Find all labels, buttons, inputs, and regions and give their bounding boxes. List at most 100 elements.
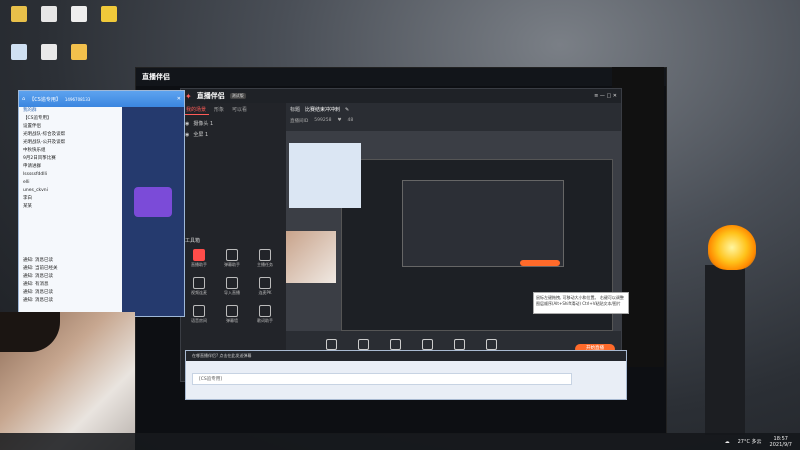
- chat-titlebar: ⌂ 【CS追专用】 1496708133 ✕: [19, 91, 184, 107]
- tool-danmu[interactable]: 弹幕助手: [218, 247, 246, 271]
- room-info: 直播间ID: [290, 119, 309, 124]
- wall-icon: [226, 305, 238, 317]
- message-input[interactable]: [CS追专用]: [192, 373, 572, 385]
- room-count: 599258: [314, 118, 332, 123]
- message-item[interactable]: 通知: 消息已读: [19, 257, 122, 265]
- contact-list: 我的群 【CS追专用】 设置伴侣 光明战队-综合及谈帮 光明战队-公开及谈帮 中…: [19, 107, 122, 316]
- app-icon: [11, 44, 27, 60]
- tool-import[interactable]: 导入直播: [218, 275, 246, 299]
- member-item[interactable]: lsssssfddlli: [19, 171, 122, 179]
- message-item[interactable]: 通知: 消息已读: [19, 273, 122, 281]
- danmu-icon: [226, 249, 238, 261]
- chat-banner: [122, 107, 184, 316]
- stream-title[interactable]: 比赛结束冲冲刺: [305, 106, 340, 113]
- live-icon: [193, 249, 205, 261]
- maximize-icon[interactable]: □: [606, 93, 611, 99]
- list-item[interactable]: 光明战队-公开及谈帮: [19, 139, 122, 147]
- message-list: 通知: 消息已读 通知: 当前已经关 通知: 消息已读 通知: 有消息 通知: …: [19, 257, 122, 305]
- left-panel: 我的场景 形象 可以看 ◉ 摄像头 1 ◉ 全屏 1 工具箱 直播助手 弹幕助手 主…: [181, 103, 286, 381]
- minimize-icon[interactable]: —: [600, 93, 605, 99]
- message-item[interactable]: 通知: 有消息: [19, 281, 122, 289]
- chat-title: 【CS追专用】: [29, 96, 61, 103]
- member-item[interactable]: 李白: [19, 195, 122, 203]
- tool-video-link[interactable]: 视频连麦: [185, 275, 213, 299]
- tab-avatar[interactable]: 形象: [211, 105, 227, 115]
- scene-item-camera[interactable]: ◉ 摄像头 1: [181, 118, 286, 129]
- tool-label: 弹幕墙: [226, 318, 238, 323]
- lantern-post-right: [705, 265, 745, 435]
- background-logo: 直播伴侣: [142, 73, 170, 81]
- tool-tasks[interactable]: 主播任务: [251, 247, 279, 271]
- stream-title-row: 标题 比赛结束冲冲刺 ✎: [290, 106, 349, 114]
- app-icon: [11, 6, 27, 22]
- tab-scenes[interactable]: 我的场景: [183, 105, 210, 115]
- microphone-icon: [453, 339, 465, 350]
- tool-label: 语音房间: [191, 318, 207, 323]
- message-item[interactable]: 通知: 消息已读: [19, 289, 122, 297]
- message-item[interactable]: 通知: 当前已经关: [19, 265, 122, 273]
- desktop-icon-1[interactable]: [8, 6, 30, 36]
- list-item[interactable]: 中秋快乐组: [19, 147, 122, 155]
- eye-icon[interactable]: ◉: [185, 132, 189, 138]
- list-item[interactable]: 【CS追专用】: [19, 115, 122, 123]
- room-info-row: 直播间ID 599258 ♥ 48: [290, 118, 353, 124]
- edit-icon[interactable]: ✎: [345, 107, 349, 113]
- like-count: 48: [347, 118, 354, 123]
- member-item[interactable]: elli: [19, 179, 122, 187]
- close-icon[interactable]: ✕: [177, 96, 181, 102]
- file-icon: [71, 6, 87, 22]
- desktop-icon-5[interactable]: [8, 44, 30, 74]
- tab-viewable[interactable]: 可以看: [229, 105, 250, 115]
- clock[interactable]: 18:57 2021/9/7: [770, 436, 792, 448]
- menu-icon[interactable]: ≡: [594, 93, 598, 99]
- heart-icon: ♥: [337, 118, 342, 123]
- eye-icon[interactable]: ◉: [185, 121, 189, 127]
- center-panel: 标题 比赛结束冲冲刺 ✎ 直播间ID 599258 ♥ 48 直播屏幕 摄像头 …: [286, 103, 621, 381]
- speaker-icon: [485, 339, 497, 350]
- tool-label: 视频连麦: [191, 290, 207, 295]
- scene-item-fullscreen[interactable]: ◉ 全屏 1: [181, 129, 286, 140]
- tool-live-assistant[interactable]: 直播助手: [185, 247, 213, 271]
- desktop-icon-6[interactable]: [38, 44, 60, 74]
- desktop-icon-3[interactable]: [68, 6, 90, 36]
- tool-label: 歌词助手: [257, 318, 273, 323]
- list-item[interactable]: 申请进群: [19, 163, 122, 171]
- tool-voice-room[interactable]: 语音房间: [185, 303, 213, 327]
- tool-danmu-wall[interactable]: 弹幕墙: [218, 303, 246, 327]
- logo-icon: ✦: [185, 91, 192, 101]
- play-icon: [421, 339, 433, 350]
- main-titlebar: ✦ 直播伴侣 测试版 ≡ — □ ✕: [181, 89, 621, 103]
- desktop-icon-4[interactable]: [98, 6, 120, 36]
- chat-subtitle: 1496708133: [64, 96, 91, 102]
- chat-window[interactable]: ⌂ 【CS追专用】 1496708133 ✕ 我的群 【CS追专用】 设置伴侣 …: [18, 90, 185, 317]
- tool-lyrics[interactable]: 歌词助手: [251, 303, 279, 327]
- tool-label: 导入直播: [224, 290, 240, 295]
- tools-header: 工具箱: [185, 238, 201, 244]
- member-item[interactable]: unes_ckvni: [19, 187, 122, 195]
- music-icon: [259, 305, 271, 317]
- list-item[interactable]: 设置伴侣: [19, 123, 122, 131]
- window-controls: ≡ — □ ✕: [594, 93, 617, 99]
- desktop-icon-2[interactable]: [38, 6, 60, 36]
- app-icon: [41, 6, 57, 22]
- flame-right: [708, 225, 756, 270]
- desktop-icon-7[interactable]: [68, 44, 90, 74]
- list-item[interactable]: 9月2日风筝比赛: [19, 155, 122, 163]
- weather-text[interactable]: 27°C 多云: [738, 438, 762, 445]
- app-logo: 直播伴侣: [196, 92, 225, 100]
- tool-pk[interactable]: 连麦PK: [251, 275, 279, 299]
- bottom-chat-panel[interactable]: 在哪直播伴侣? 点击在此发送弹幕 [CS追专用]: [185, 350, 627, 400]
- close-icon[interactable]: ✕: [613, 93, 617, 99]
- scene-tabs: 我的场景 形象 可以看: [181, 103, 286, 118]
- background-titlebar: 直播伴侣 2053 onstansan: [136, 68, 666, 86]
- member-item[interactable]: 某某: [19, 203, 122, 211]
- home-icon[interactable]: ⌂: [22, 96, 25, 102]
- monitor-icon: [325, 339, 337, 350]
- live-companion-window[interactable]: ✦ 直播伴侣 测试版 ≡ — □ ✕ 我的场景 形象 可以看 ◉ 摄像头 1 ◉ 全…: [180, 88, 622, 382]
- date-text: 2021/9/7: [769, 441, 792, 448]
- task-icon: [259, 249, 271, 261]
- app-icon: [71, 44, 87, 60]
- message-item[interactable]: 通知: 消息已读: [19, 297, 122, 305]
- drag-hint-tooltip: 鼠标左键拖拽, 可移动大小和位置。 右键可以调整图层顺序(Alt+Shift滑动…: [533, 292, 629, 314]
- list-item[interactable]: 光明战队-综合及谈帮: [19, 131, 122, 139]
